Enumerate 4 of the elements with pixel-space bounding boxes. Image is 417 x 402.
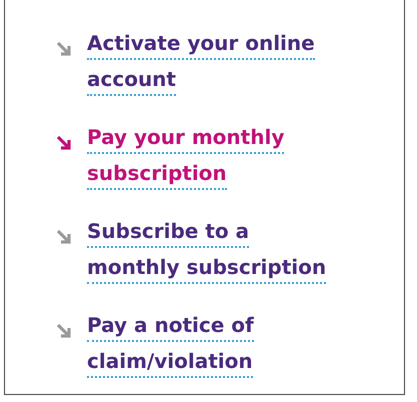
link[interactable]: Pay a notice of claim/violation <box>87 312 254 384</box>
link[interactable]: Activate your online account <box>87 30 315 102</box>
link[interactable]: Pay your monthly subscription <box>87 124 284 196</box>
link[interactable]: Subscribe to a monthly subscription <box>87 218 326 290</box>
